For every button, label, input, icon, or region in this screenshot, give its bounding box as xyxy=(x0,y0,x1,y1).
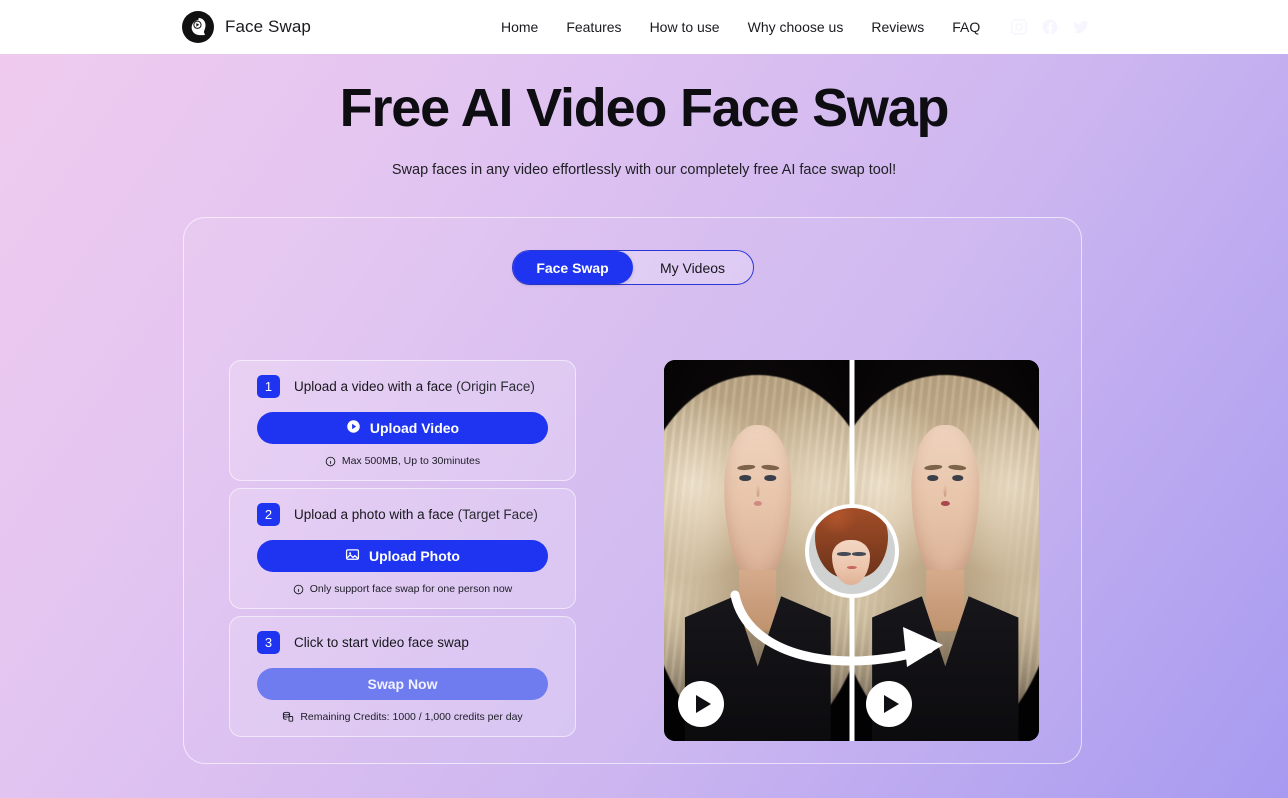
social-links xyxy=(1010,18,1090,36)
nav-item-why-choose-us[interactable]: Why choose us xyxy=(748,19,844,35)
thumbnail-face xyxy=(831,540,870,585)
play-icon xyxy=(883,695,899,713)
thumbnail-eye-right xyxy=(852,552,867,556)
origin-eye-left xyxy=(739,475,751,481)
origin-nose xyxy=(756,483,760,497)
page-title: Free AI Video Face Swap xyxy=(339,78,950,138)
image-icon xyxy=(345,547,360,565)
hero-section: Free AI Video Face Swap Swap faces in an… xyxy=(0,54,1288,178)
origin-brow-right xyxy=(760,464,779,471)
step-1-hint-text: Max 500MB, Up to 30minutes xyxy=(341,455,481,467)
face-swap-preview[interactable] xyxy=(664,360,1039,741)
instagram-icon[interactable] xyxy=(1010,18,1028,36)
origin-mouth xyxy=(753,500,763,507)
step-1-label: Upload a video with a face (Origin Face) xyxy=(294,379,535,394)
step-card-2: 2 Upload a photo with a face (Target Fac… xyxy=(229,488,576,609)
face-play-logo-icon xyxy=(182,11,214,43)
step-2-label-text: Upload a photo with a face xyxy=(294,507,454,522)
main-nav: Home Features How to use Why choose us R… xyxy=(501,19,980,35)
step-1-header: 1 Upload a video with a face (Origin Fac… xyxy=(257,375,548,398)
tab-face-swap[interactable]: Face Swap xyxy=(512,251,633,284)
result-eye-right xyxy=(952,475,964,481)
swap-now-button[interactable]: Swap Now xyxy=(257,668,548,700)
step-3-number: 3 xyxy=(257,631,280,654)
result-nose xyxy=(943,483,947,497)
tool-panel: Face Swap My Videos 1 Upload a video wit… xyxy=(183,217,1082,764)
tab-my-videos[interactable]: My Videos xyxy=(633,251,753,284)
origin-eye-right xyxy=(764,475,776,481)
tab-switcher: Face Swap My Videos xyxy=(511,250,754,285)
result-eye-left xyxy=(927,475,939,481)
step-3-label-text: Click to start video face swap xyxy=(294,635,469,650)
result-brow-left xyxy=(924,464,943,471)
upload-photo-button[interactable]: Upload Photo xyxy=(257,540,548,572)
upload-video-label: Upload Video xyxy=(369,420,460,436)
step-3-label: Click to start video face swap xyxy=(294,635,469,650)
swap-now-label: Swap Now xyxy=(367,676,438,692)
result-brow-right xyxy=(948,464,967,471)
play-circle-icon xyxy=(346,419,361,437)
upload-photo-label: Upload Photo xyxy=(369,548,460,564)
step-1-number: 1 xyxy=(257,375,280,398)
play-icon xyxy=(696,695,711,713)
play-result-video-button[interactable] xyxy=(865,681,912,727)
step-1-label-paren: (Origin Face) xyxy=(456,379,535,394)
nav-item-faq[interactable]: FAQ xyxy=(952,19,980,35)
step-card-1: 1 Upload a video with a face (Origin Fac… xyxy=(229,360,576,481)
upload-video-button[interactable]: Upload Video xyxy=(257,412,548,444)
site-header: Face Swap Home Features How to use Why c… xyxy=(0,0,1288,54)
step-1-hint: Max 500MB, Up to 30minutes xyxy=(257,455,548,467)
credits-stack-icon xyxy=(282,711,294,723)
step-2-label-paren: (Target Face) xyxy=(457,507,538,522)
result-mouth xyxy=(940,500,950,507)
origin-brow-left xyxy=(736,464,755,471)
page-subtitle: Swap faces in any video effortlessly wit… xyxy=(391,161,897,178)
brand-name: Face Swap xyxy=(225,17,311,36)
nav-item-how-to-use[interactable]: How to use xyxy=(650,19,720,35)
nav-item-reviews[interactable]: Reviews xyxy=(871,19,924,35)
nav-item-features[interactable]: Features xyxy=(566,19,621,35)
step-3-hint: Remaining Credits: 1000 / 1,000 credits … xyxy=(257,711,548,723)
steps-column: 1 Upload a video with a face (Origin Fac… xyxy=(229,360,576,737)
step-2-hint-text: Only support face swap for one person no… xyxy=(309,583,513,595)
target-face-thumbnail xyxy=(804,503,899,598)
step-2-number: 2 xyxy=(257,503,280,526)
step-card-3: 3 Click to start video face swap Swap No… xyxy=(229,616,576,737)
nav-item-home[interactable]: Home xyxy=(501,19,538,35)
step-3-header: 3 Click to start video face swap xyxy=(257,631,548,654)
thumbnail-art xyxy=(809,507,895,594)
twitter-icon[interactable] xyxy=(1072,18,1090,36)
facebook-icon[interactable] xyxy=(1041,18,1059,36)
step-1-label-text: Upload a video with a face xyxy=(294,379,453,394)
step-2-hint: Only support face swap for one person no… xyxy=(257,583,548,595)
play-origin-video-button[interactable] xyxy=(678,681,724,727)
step-3-hint-text: Remaining Credits: 1000 / 1,000 credits … xyxy=(300,711,523,723)
step-2-label: Upload a photo with a face (Target Face) xyxy=(294,507,538,522)
brand-logo[interactable]: Face Swap xyxy=(182,11,311,43)
step-2-header: 2 Upload a photo with a face (Target Fac… xyxy=(257,503,548,526)
info-icon xyxy=(293,584,304,595)
info-icon xyxy=(325,456,336,467)
